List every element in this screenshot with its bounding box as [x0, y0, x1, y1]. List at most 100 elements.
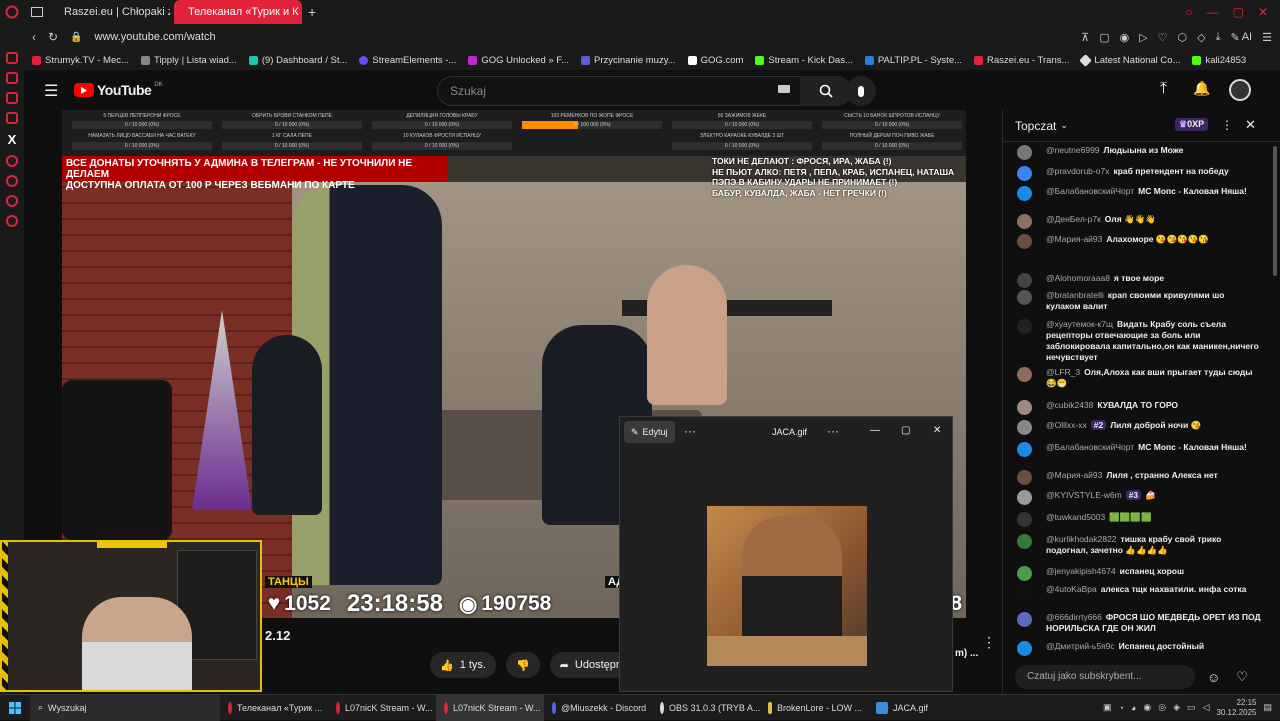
more-options-icon[interactable]: ⋮: [982, 634, 996, 651]
chat-author[interactable]: @хуаутемок-к7щ: [1046, 319, 1113, 329]
minimize-icon[interactable]: —: [870, 425, 880, 436]
chat-avatar[interactable]: [1017, 273, 1032, 288]
chat-author[interactable]: @ДенБел-р7к: [1046, 214, 1101, 224]
bookmark-item[interactable]: kali24853: [1192, 55, 1246, 66]
tray-app-icon[interactable]: ◈: [1173, 702, 1180, 713]
chat-avatar[interactable]: [1017, 400, 1032, 415]
chat-avatar[interactable]: [1017, 420, 1032, 435]
sidebar-app-icon[interactable]: [6, 72, 18, 84]
bookmark-item[interactable]: (9) Dashboard / St...: [248, 55, 347, 66]
chat-avatar[interactable]: [1017, 234, 1032, 249]
chat-author[interactable]: @kurlikhodak2822: [1046, 534, 1117, 544]
pin-icon[interactable]: ⊼: [1081, 31, 1089, 44]
taskbar-item[interactable]: L07nicK Stream - W...: [436, 694, 544, 721]
sidebar-app-icon[interactable]: [6, 92, 18, 104]
chat-avatar[interactable]: [1017, 566, 1032, 581]
sidebar-history-icon[interactable]: [6, 175, 18, 187]
chat-author[interactable]: @cubik2438: [1046, 400, 1093, 410]
chat-author[interactable]: @БалабановскийЧорт: [1046, 186, 1134, 196]
tab-youtube-active[interactable]: Телеканал «Турик и К: [174, 0, 302, 24]
bookmark-item[interactable]: PALTIP.PL - Syste...: [864, 55, 962, 66]
heart-icon[interactable]: ♡: [1236, 669, 1248, 685]
minimize-icon[interactable]: —: [1207, 5, 1219, 19]
extensions-icon[interactable]: ⬡: [1178, 31, 1188, 44]
heart-icon[interactable]: ♡: [1158, 31, 1168, 44]
close-icon[interactable]: ✕: [933, 425, 941, 436]
search-button[interactable]: [800, 76, 852, 106]
sidebar-app-icon[interactable]: [6, 112, 18, 124]
maximize-icon[interactable]: ▢: [1233, 5, 1244, 19]
chat-avatar[interactable]: [1017, 166, 1032, 181]
chat-author[interactable]: @БалабановскийЧорт: [1046, 442, 1134, 452]
keyboard-icon[interactable]: [778, 85, 790, 93]
volume-icon[interactable]: ◁: [1203, 702, 1210, 713]
chat-avatar[interactable]: [1017, 612, 1032, 627]
close-window-icon[interactable]: ✕: [1258, 5, 1268, 19]
chat-avatar[interactable]: [1017, 145, 1032, 160]
chat-author[interactable]: @KYIVSTYLE-w6m: [1046, 490, 1122, 500]
sidebar-settings-icon[interactable]: [6, 215, 18, 227]
taskbar-item[interactable]: OBS 31.0.3 (TRYB A...: [652, 695, 760, 721]
chat-avatar[interactable]: [1017, 214, 1032, 229]
chat-author[interactable]: @Alohomoraaa8: [1046, 273, 1110, 283]
chat-author[interactable]: @666dirrty666: [1046, 612, 1102, 622]
chat-author[interactable]: @neutne6999: [1046, 145, 1100, 155]
windows-start-icon[interactable]: [0, 701, 30, 714]
dislike-button[interactable]: 👎: [506, 652, 540, 678]
close-chat-icon[interactable]: ✕: [1245, 117, 1256, 133]
chat-author[interactable]: @pravdorub-o7x: [1046, 166, 1109, 176]
chat-mode-dropdown[interactable]: Topczat ⌄: [1015, 119, 1068, 133]
taskbar-item[interactable]: Телеканал «Турик ...: [220, 695, 328, 721]
more-icon[interactable]: ···: [827, 424, 839, 438]
chat-avatar[interactable]: [1017, 186, 1032, 201]
sidebar-app-icon[interactable]: [6, 195, 18, 207]
screenshot-icon[interactable]: ▢: [1099, 31, 1109, 44]
taskbar-item[interactable]: BrokenLore - LOW ...: [760, 695, 868, 721]
tab-raszei[interactable]: Raszei.eu | Chłopaki z Ras: [50, 0, 170, 24]
bookmark-item[interactable]: GOG.com: [687, 55, 743, 66]
bookmark-item[interactable]: Latest National Co...: [1079, 53, 1180, 67]
workspaces-icon[interactable]: [24, 7, 50, 17]
chat-avatar[interactable]: [1017, 442, 1032, 457]
clock[interactable]: 22:15 30.12.2025: [1216, 698, 1256, 718]
sidebar-app-icon[interactable]: [6, 52, 18, 64]
upload-icon[interactable]: ⤒: [1160, 80, 1167, 98]
chat-scrollbar[interactable]: [1273, 146, 1277, 276]
bookmark-item[interactable]: GOG Unlocked » F...: [468, 55, 569, 66]
notifications-bell-icon[interactable]: 🔔: [1193, 80, 1210, 97]
taskbar-item[interactable]: JACA.gif: [868, 695, 948, 721]
like-button[interactable]: 👍 1 tys.: [430, 652, 496, 678]
chat-author[interactable]: @LFR_3: [1046, 367, 1080, 377]
chat-avatar[interactable]: [1017, 490, 1032, 505]
reload-icon[interactable]: ↻: [48, 30, 58, 44]
network-icon[interactable]: ▭: [1187, 702, 1196, 713]
youtube-logo[interactable]: YouTube DK: [74, 82, 163, 98]
back-icon[interactable]: ‹: [32, 30, 36, 44]
more-icon[interactable]: ···: [684, 424, 696, 438]
browser-menu-icon[interactable]: [0, 5, 24, 19]
chat-avatar[interactable]: [1017, 512, 1032, 527]
more-menu-icon[interactable]: ☰: [1262, 31, 1272, 44]
bookmark-item[interactable]: StreamElements -...: [359, 55, 456, 66]
avatar[interactable]: [1229, 79, 1251, 101]
url-field[interactable]: www.youtube.com/watch: [95, 31, 216, 43]
chat-input[interactable]: Czatuj jako subskrybent...: [1015, 665, 1195, 689]
chat-avatar[interactable]: [1017, 319, 1032, 334]
search-input[interactable]: Szukaj: [437, 76, 827, 106]
emoji-icon[interactable]: ☺: [1207, 670, 1220, 685]
chat-avatar[interactable]: [1017, 641, 1032, 656]
vpn-icon[interactable]: ◉: [1120, 31, 1130, 44]
tray-app-icon[interactable]: ◕: [1131, 703, 1136, 713]
new-tab-button[interactable]: +: [308, 4, 316, 20]
maximize-icon[interactable]: ▢: [901, 425, 910, 436]
bookmark-item[interactable]: Raszei.eu - Trans...: [974, 55, 1069, 66]
taskbar-item[interactable]: L07nicK Stream - W...: [328, 695, 436, 721]
ai-button[interactable]: ✎ AI: [1231, 31, 1253, 44]
chat-avatar[interactable]: [1017, 470, 1032, 485]
chat-author[interactable]: @Olllxx-xx: [1046, 420, 1087, 430]
bookmark-item[interactable]: Tipply | Lista wiad...: [140, 55, 237, 66]
tray-app-icon[interactable]: ◉: [1143, 702, 1151, 713]
taskbar-search[interactable]: ⌕ Wyszukaj: [30, 694, 220, 721]
chat-avatar[interactable]: [1017, 584, 1032, 599]
chat-author[interactable]: @Мария-ай93: [1046, 234, 1102, 244]
